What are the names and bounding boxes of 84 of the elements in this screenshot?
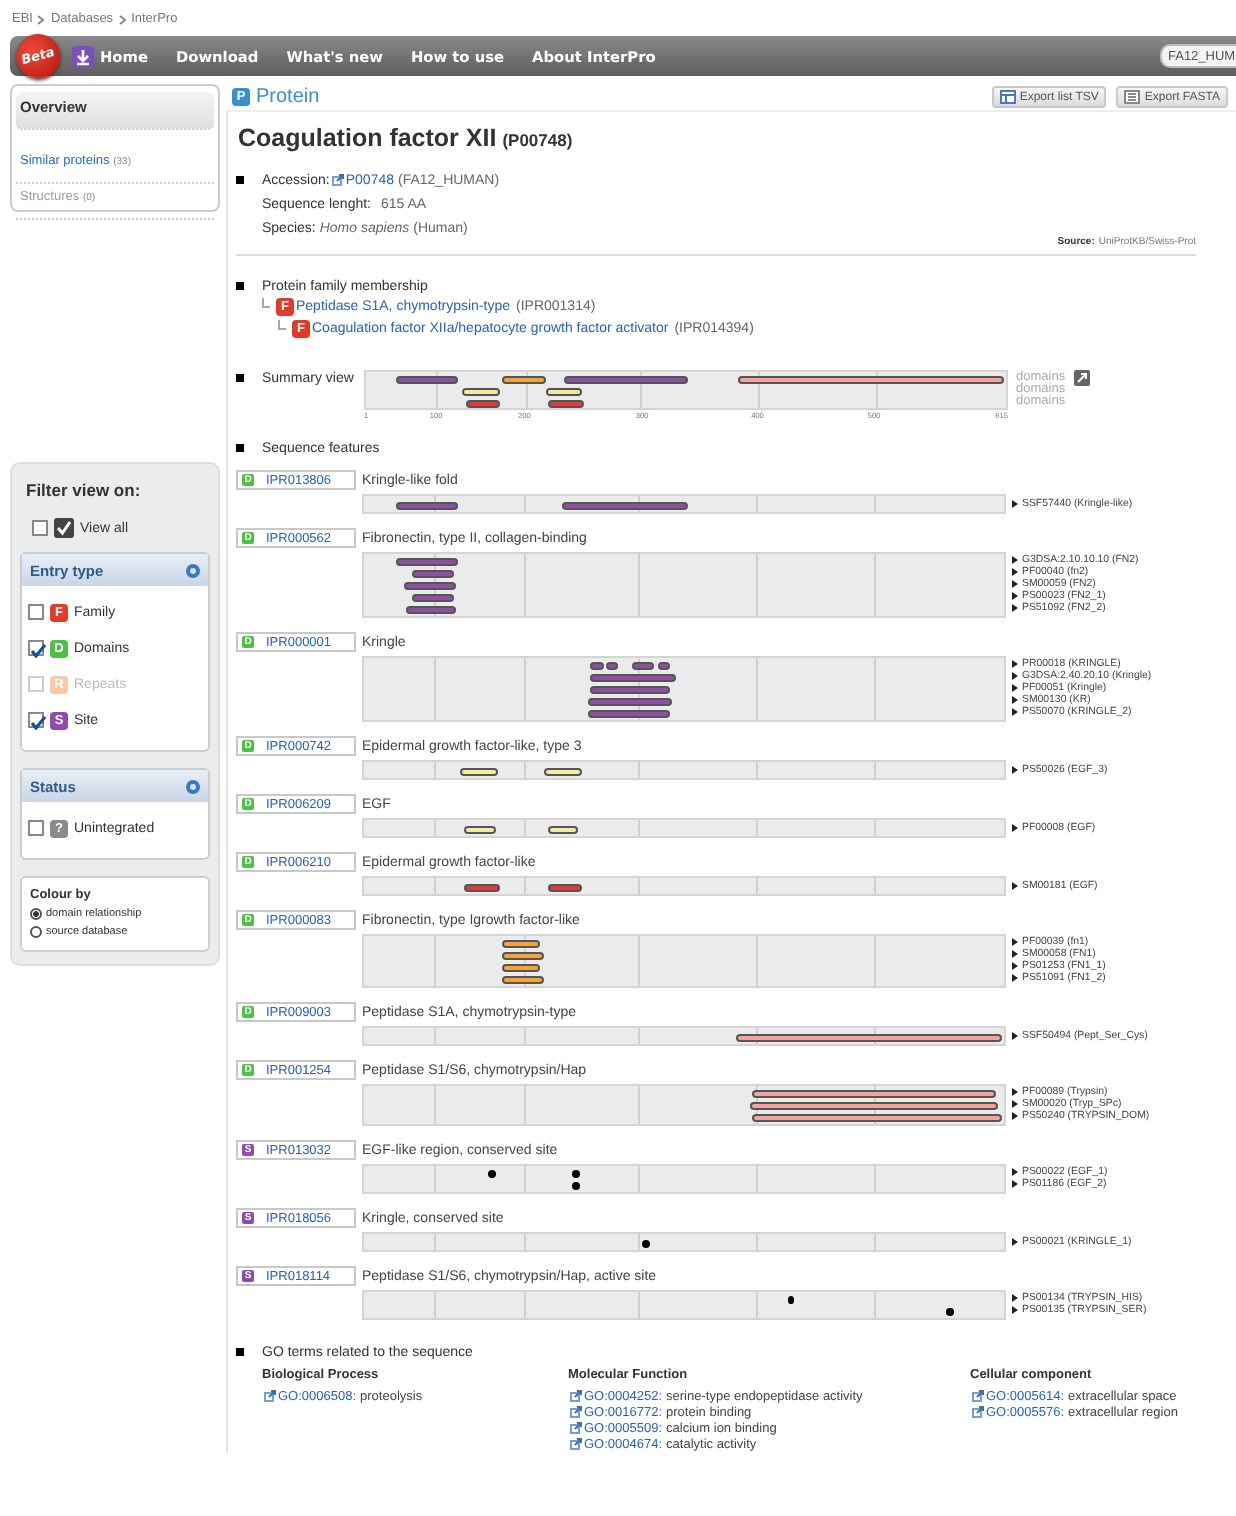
external-link-icon: [570, 1438, 582, 1450]
arrow-icon[interactable]: [1012, 882, 1018, 890]
square-bullet: [236, 444, 244, 452]
tick-box-icon: [54, 518, 74, 538]
square-bullet: [236, 374, 244, 382]
checkbox[interactable]: [28, 604, 44, 620]
list-icon: [1124, 90, 1141, 104]
match-bar[interactable]: [463, 884, 501, 892]
site-dot[interactable]: [571, 1182, 580, 1190]
match-bar[interactable]: [658, 662, 671, 670]
arrow-icon[interactable]: [1012, 766, 1018, 774]
match-bar[interactable]: [632, 662, 654, 670]
checkbox[interactable]: [32, 520, 48, 536]
match-bar[interactable]: [589, 662, 604, 670]
external-link-icon: [570, 1390, 582, 1402]
checkbox[interactable]: [28, 640, 44, 656]
match-bar[interactable]: [547, 826, 578, 834]
check-icon: [30, 644, 46, 658]
site-dot[interactable]: [642, 1240, 651, 1248]
square-bullet: [236, 176, 244, 184]
home-download-icon: [72, 45, 94, 67]
match-bar[interactable]: [459, 768, 499, 776]
match-bar[interactable]: [502, 376, 546, 384]
match-bar[interactable]: [736, 1034, 1002, 1042]
radio-button[interactable]: [30, 908, 42, 920]
match-bar[interactable]: [750, 1102, 998, 1110]
chevron-icon: [117, 13, 128, 25]
match-bar[interactable]: [461, 388, 500, 396]
filter-title: Filter view on:: [26, 480, 143, 500]
match-bar[interactable]: [502, 940, 541, 948]
match-bar[interactable]: [751, 1090, 997, 1098]
match-bar[interactable]: [543, 768, 582, 776]
match-bar[interactable]: [411, 594, 455, 602]
match-bar[interactable]: [411, 570, 455, 578]
tree-connector: [262, 298, 270, 308]
external-link-icon: [570, 1406, 582, 1418]
match-bar[interactable]: [738, 376, 1004, 384]
match-bar[interactable]: [465, 400, 501, 408]
external-link-icon: [264, 1390, 276, 1402]
site-dot[interactable]: [945, 1308, 955, 1316]
match-bar[interactable]: [548, 400, 584, 408]
external-link-icon: [972, 1390, 984, 1402]
match-bar[interactable]: [395, 502, 458, 510]
match-bar[interactable]: [502, 952, 544, 960]
site-dot[interactable]: [571, 1170, 580, 1178]
match-bar[interactable]: [605, 662, 619, 670]
radio-button[interactable]: [30, 926, 42, 938]
match-bar[interactable]: [502, 964, 541, 972]
tree-connector: [278, 320, 286, 330]
protein-id: (P00748): [502, 130, 573, 150]
external-link-icon: [972, 1406, 984, 1418]
external-link-icon: [331, 174, 344, 186]
site-dot[interactable]: [788, 1296, 795, 1304]
square-bullet: [236, 1348, 244, 1356]
match-bar[interactable]: [589, 674, 677, 682]
site-dot[interactable]: [488, 1170, 497, 1178]
match-bar[interactable]: [396, 558, 458, 566]
square-bullet: [236, 282, 244, 290]
match-bar[interactable]: [404, 582, 456, 590]
match-bar[interactable]: [589, 686, 670, 694]
arrow-icon[interactable]: [1012, 1238, 1018, 1246]
match-bar[interactable]: [463, 826, 496, 834]
match-bar[interactable]: [587, 710, 671, 718]
match-bar[interactable]: [396, 376, 458, 384]
expand-icon: [1073, 370, 1090, 386]
match-bar[interactable]: [405, 606, 457, 614]
chevron-icon: [36, 13, 47, 25]
match-bar[interactable]: [751, 1114, 1003, 1122]
section-title: Protein: [256, 86, 320, 108]
arrow-icon[interactable]: [1012, 500, 1018, 508]
match-bar[interactable]: [547, 884, 583, 892]
help-icon: [186, 779, 200, 793]
protein-title: Coagulation factor XII: [238, 124, 497, 152]
table-icon: [999, 90, 1016, 104]
check-icon: [30, 716, 46, 730]
match-bar[interactable]: [501, 976, 544, 984]
external-link-icon: [570, 1422, 582, 1434]
checkbox[interactable]: [28, 712, 44, 728]
arrow-icon[interactable]: [1012, 824, 1018, 832]
checkbox[interactable]: [28, 820, 44, 836]
arrow-icon[interactable]: [1012, 1032, 1018, 1040]
match-bar[interactable]: [587, 698, 673, 706]
help-icon: [186, 563, 200, 577]
match-bar[interactable]: [545, 388, 582, 396]
